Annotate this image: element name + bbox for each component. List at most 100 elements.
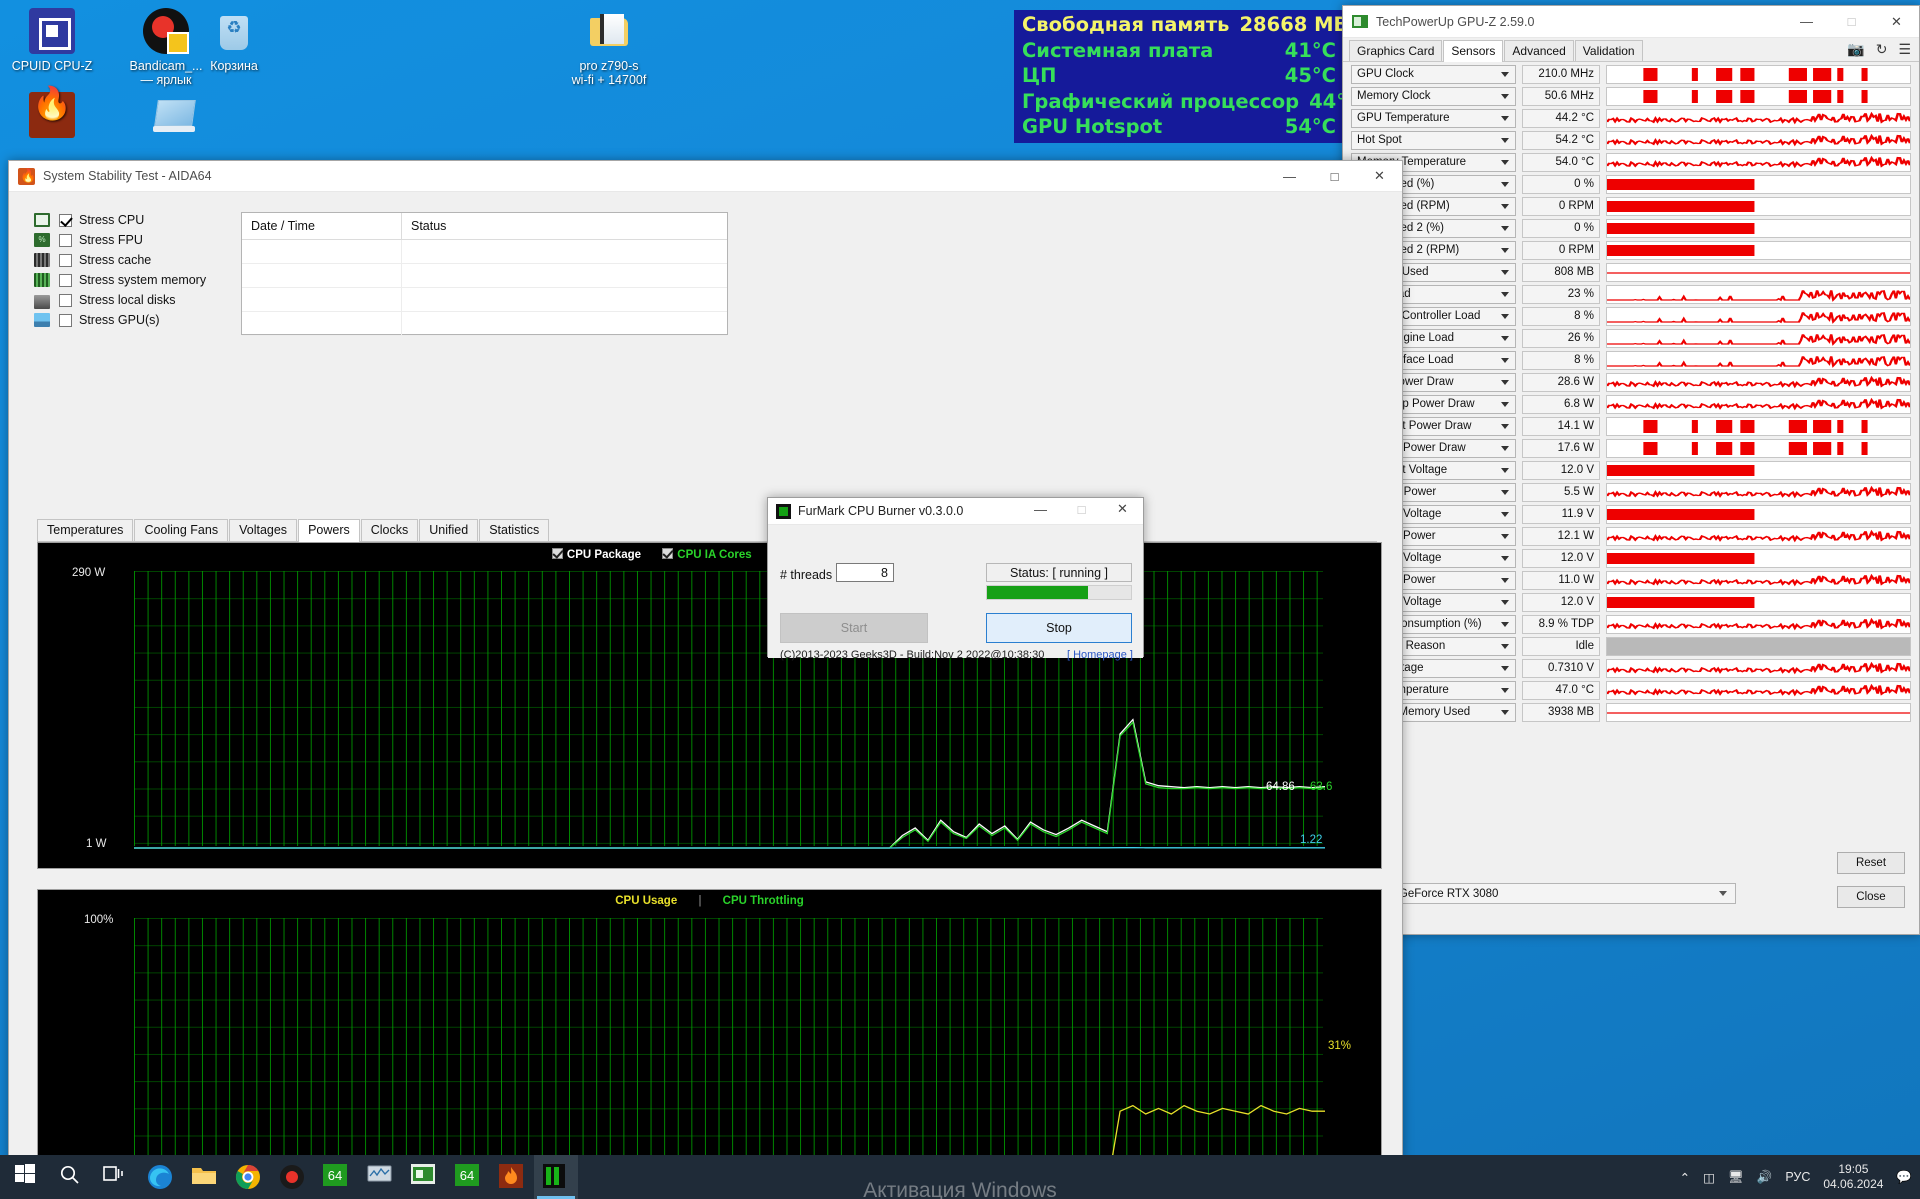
volume-icon[interactable]: 🔊 — [1757, 1170, 1773, 1185]
file-explorer-button[interactable] — [182, 1155, 226, 1199]
hamburger-menu-icon[interactable]: ☰ — [1898, 41, 1911, 58]
aida-tab-statistics[interactable]: Statistics — [479, 519, 550, 541]
table-row[interactable] — [242, 312, 727, 336]
language-indicator[interactable]: РУС — [1785, 1170, 1810, 1184]
stress-option-stress-gpu-s[interactable]: Stress GPU(s) — [34, 310, 214, 330]
task-view-button[interactable] — [94, 1155, 138, 1199]
aida-tab-powers[interactable]: Powers — [298, 519, 360, 542]
system-monitor-button[interactable] — [358, 1155, 402, 1199]
stress-option-checkbox[interactable] — [59, 313, 72, 327]
aida-tab-temperatures[interactable]: Temperatures — [37, 519, 134, 541]
chrome-button[interactable] — [226, 1155, 270, 1199]
stress-option-stress-fpu[interactable]: % Stress FPU — [34, 230, 214, 250]
stress-option-checkbox[interactable] — [59, 293, 72, 307]
gpuz-tab-sensors[interactable]: Sensors — [1443, 40, 1504, 62]
bandicam-tray-icon[interactable]: ◫ — [1703, 1170, 1715, 1185]
tray-chevron-icon[interactable]: ⌃ — [1680, 1170, 1690, 1185]
gpuz-sensor-row-fan-speed-2-rpm: Fan Speed 2 (RPM) 0 RPM — [1343, 239, 1919, 261]
series-cpu-ia-cores — [134, 721, 1326, 849]
gpuz-sensor-value-memory-temperature: 54.0 °C — [1522, 152, 1600, 172]
notification-icon[interactable]: 💬 — [1896, 1170, 1912, 1185]
gpuz-button[interactable] — [402, 1155, 446, 1199]
start-button[interactable] — [6, 1155, 50, 1199]
gpuz-sensor-row-gpu-clock: GPU Clock 210.0 MHz — [1343, 63, 1919, 85]
progress-bar — [986, 585, 1132, 600]
aida-tab-clocks[interactable]: Clocks — [360, 519, 419, 541]
gpuz-sensor-row-memory-used: Memory Used808 MB — [1343, 261, 1919, 283]
stress-option-checkbox[interactable] — [59, 213, 72, 227]
furmark-titlebar[interactable]: FurMark CPU Burner v0.3.0.0 — □ ✕ — [768, 498, 1143, 525]
gpuz-sensor-select-memory-clock[interactable]: Memory Clock — [1351, 86, 1516, 106]
stress-option-checkbox[interactable] — [59, 273, 72, 287]
edge-icon — [147, 1164, 173, 1190]
gpuz-tab-advanced[interactable]: Advanced — [1504, 40, 1574, 61]
stress-option-checkbox[interactable] — [59, 233, 72, 247]
gpuz-tab-graphics-card[interactable]: Graphics Card — [1349, 40, 1443, 61]
aida-tab-unified[interactable]: Unified — [419, 519, 479, 541]
aida64-64-button[interactable]: 64 — [314, 1155, 358, 1199]
gpuz-reset-button[interactable]: Reset — [1837, 852, 1905, 874]
gpuz-sensor-row-gpu-temperature: GPU Temperature 44.2 °C — [1343, 107, 1919, 129]
osd-key: Графический процессор — [1022, 89, 1300, 113]
gpuz-sensor-select-hot-spot[interactable]: Hot Spot — [1351, 130, 1516, 150]
gpuz-sensor-select-gpu-clock[interactable]: GPU Clock — [1351, 64, 1516, 84]
furmark-close-button[interactable]: ✕ — [1102, 496, 1143, 523]
threads-input[interactable]: 8 — [836, 563, 894, 582]
aida64-minimize-button[interactable]: — — [1267, 161, 1312, 192]
search-button[interactable] — [50, 1155, 94, 1199]
furmark-minimize-button[interactable]: — — [1020, 496, 1061, 523]
furmark-flame-button[interactable] — [490, 1155, 534, 1199]
furmark-homepage-link[interactable]: [ Homepage ] — [1067, 649, 1133, 661]
furmark-cpu-burner-button[interactable] — [534, 1155, 578, 1199]
gpuz-tab-validation[interactable]: Validation — [1574, 40, 1643, 61]
aida64-close-button[interactable]: ✕ — [1357, 161, 1402, 192]
gpuz-device-combo[interactable]: NVIDIA GeForce RTX 3080 — [1351, 883, 1736, 904]
stress-option-label: Stress FPU — [79, 233, 143, 247]
stress-option-stress-system-memory[interactable]: Stress system memory — [34, 270, 214, 290]
table-row[interactable] — [242, 288, 727, 312]
stress-option-label: Stress cache — [79, 253, 152, 267]
stress-option-stress-cache[interactable]: Stress cache — [34, 250, 214, 270]
aida-tab-voltages[interactable]: Voltages — [229, 519, 298, 541]
gpuz-close-bottom-button[interactable]: Close — [1837, 886, 1905, 908]
refresh-icon[interactable]: ↻ — [1876, 41, 1888, 58]
gpuz-sensor-label: GPU Temperature — [1357, 112, 1450, 124]
gpuz-close-button[interactable]: ✕ — [1874, 6, 1919, 37]
aida64-second-button[interactable]: 64 — [446, 1155, 490, 1199]
stress-option-label: Stress CPU — [79, 213, 145, 227]
furmark-maximize-button[interactable]: □ — [1061, 496, 1102, 523]
table-row[interactable] — [242, 264, 727, 288]
desktop-icon-folder-pro-z790[interactable]: pro z790-s wi-fi + 14700f — [544, 8, 674, 87]
gpuz-sensor-select-gpu-temperature[interactable]: GPU Temperature — [1351, 108, 1516, 128]
table-row[interactable] — [242, 240, 727, 264]
stress-option-checkbox[interactable] — [59, 253, 72, 267]
desktop-icon-cpuid-cpu-z[interactable]: CPUID CPU-Z — [4, 8, 100, 73]
edge-button[interactable] — [138, 1155, 182, 1199]
gpuz-sensor-value-system-memory-used: 3938 MB — [1522, 702, 1600, 722]
windows-logo-icon — [15, 1164, 41, 1190]
network-icon[interactable]: 🖥 — [1728, 1170, 1744, 1185]
aida-tab-cooling-fans[interactable]: Cooling Fans — [134, 519, 229, 541]
gpuz-sensor-row-fan-speed-2: Fan Speed 2 (%)0 % — [1343, 217, 1919, 239]
aida64-titlebar[interactable]: 🔥 System Stability Test - AIDA64 — □ ✕ — [9, 161, 1402, 192]
stress-option-stress-cpu[interactable]: Stress CPU — [34, 210, 214, 230]
gpuz-tabbar: Graphics Card Sensors Advanced Validatio… — [1343, 38, 1919, 62]
svg-text:64: 64 — [460, 1168, 474, 1183]
gpuz-sensor-sparkline-8-pin-2-power — [1606, 526, 1911, 546]
stress-option-stress-local-disks[interactable]: Stress local disks — [34, 290, 214, 310]
clock[interactable]: 19:05 04.06.2024 — [1823, 1162, 1883, 1192]
gpuz-maximize-button[interactable]: □ — [1829, 6, 1874, 37]
desktop-icon-aida64[interactable] — [4, 92, 100, 143]
camera-icon[interactable]: 📷 — [1847, 41, 1864, 58]
gpuz-sensor-row-system-memory-used: System Memory Used 3938 MB — [1343, 701, 1919, 723]
gpuz-sensor-row-gpu-load: GPU Load23 % — [1343, 283, 1919, 305]
bandicam-button[interactable] — [270, 1155, 314, 1199]
gpuz-minimize-button[interactable]: — — [1784, 6, 1829, 37]
furmark-stop-button[interactable]: Stop — [986, 613, 1132, 643]
gpuz-sensor-sparkline-gpu-chip-power-draw — [1606, 394, 1911, 414]
desktop-icon-recycle-bin[interactable]: Корзина — [186, 8, 282, 73]
aida64-maximize-button[interactable]: □ — [1312, 161, 1357, 192]
desktop-icon-this-pc[interactable] — [126, 92, 222, 143]
furmark-start-button[interactable]: Start — [780, 613, 928, 643]
gpuz-titlebar[interactable]: TechPowerUp GPU-Z 2.59.0 — □ ✕ — [1343, 6, 1919, 38]
